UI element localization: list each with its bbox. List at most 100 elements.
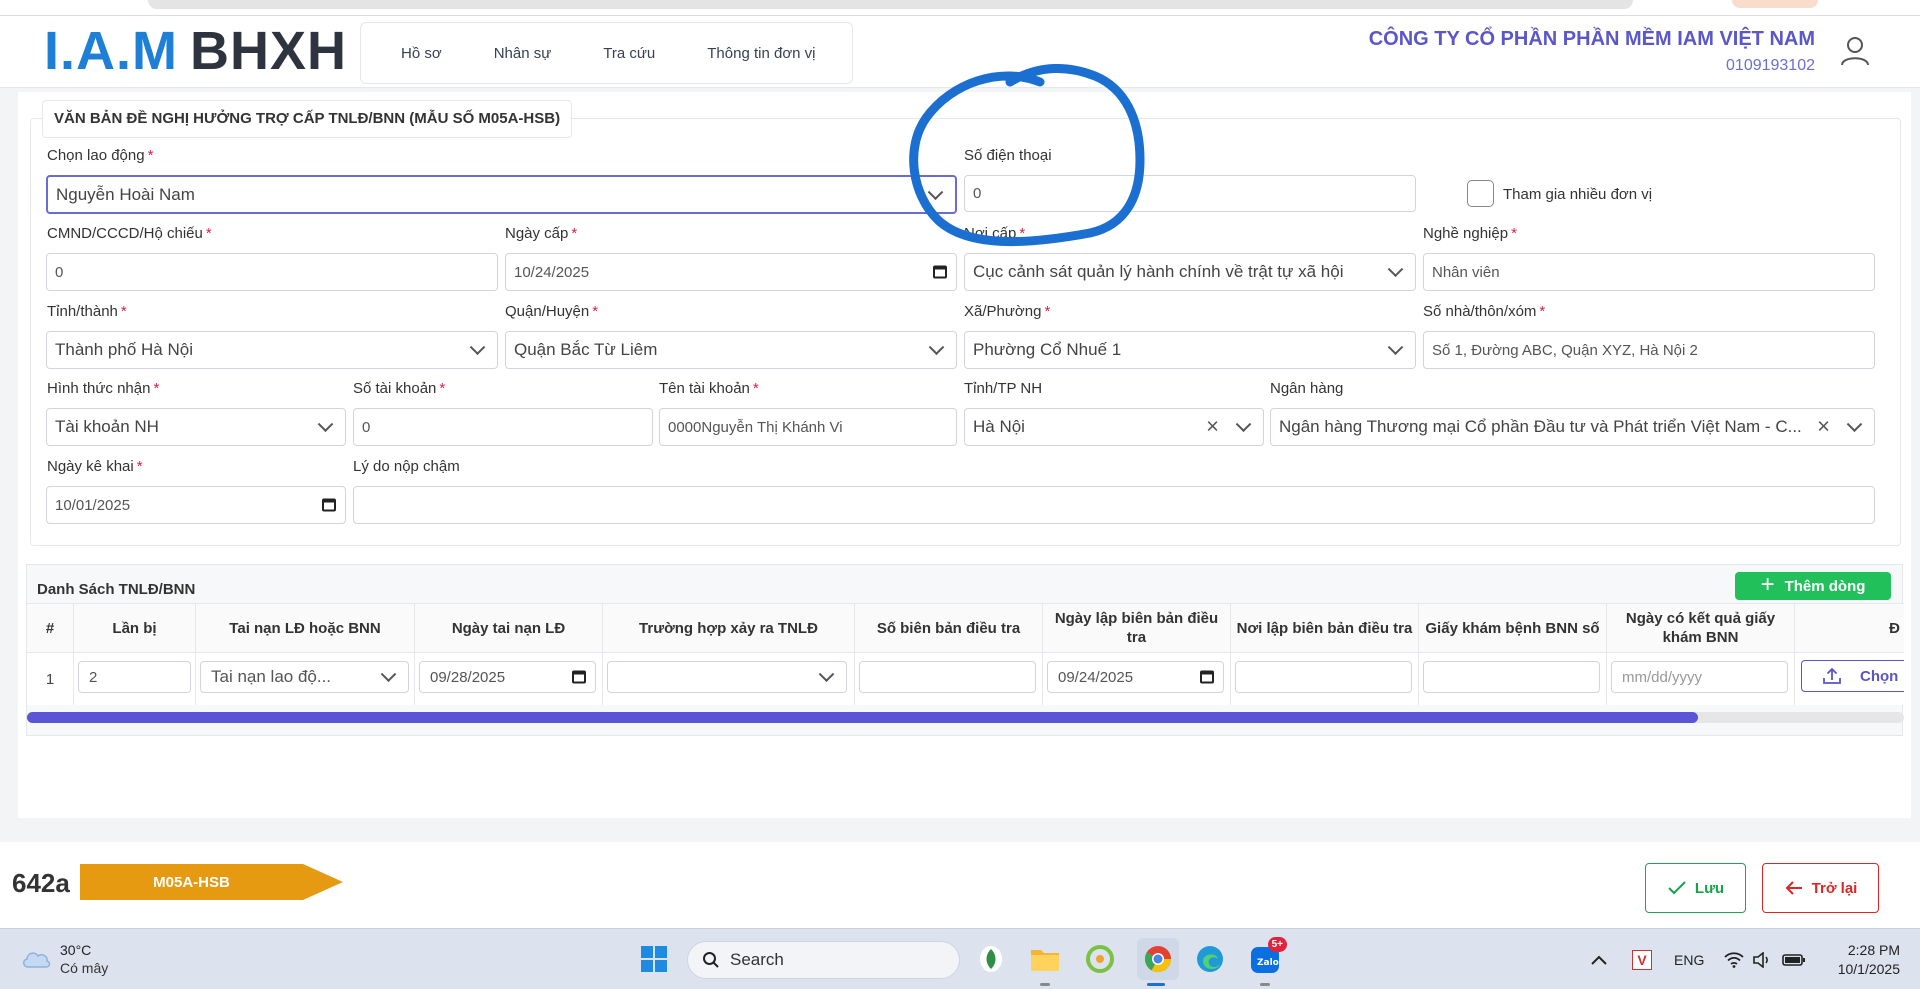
calendar-icon[interactable]: [322, 498, 336, 512]
phone-value: 0: [973, 185, 982, 202]
tray-chevron-up-icon[interactable]: [1590, 929, 1608, 989]
leaf-app-icon[interactable]: [973, 941, 1009, 977]
late-reason-input[interactable]: [353, 486, 1875, 524]
nav-item-ho-so[interactable]: Hồ sơ: [401, 45, 442, 62]
taskbar-indicator: [1040, 983, 1050, 986]
report-date-input[interactable]: 09/24/2025: [1047, 661, 1224, 693]
employee-label: Chọn lao động *: [47, 147, 154, 164]
calendar-icon[interactable]: [572, 670, 586, 684]
taskbar-indicator: [1260, 983, 1270, 986]
browser-profile-button[interactable]: [1732, 0, 1818, 8]
bnn-no-input[interactable]: [1423, 661, 1600, 693]
issue-place-select[interactable]: Cục cảnh sát quản lý hành chính về trật …: [964, 253, 1416, 291]
browser-address-bar[interactable]: [148, 0, 1633, 9]
battery-icon[interactable]: [1782, 929, 1806, 989]
clear-icon[interactable]: ×: [1817, 413, 1830, 439]
wifi-icon[interactable]: [1724, 929, 1744, 989]
choose-file-button[interactable]: Chọn: [1801, 660, 1904, 692]
account-name-input[interactable]: 0000Nguyễn Thị Khánh Vi: [659, 408, 957, 446]
address-value: Số 1, Đường ABC, Quận XYZ, Hà Nội 2: [1432, 341, 1698, 359]
receive-method-select[interactable]: Tài khoản NH: [46, 408, 346, 446]
address-input[interactable]: Số 1, Đường ABC, Quận XYZ, Hà Nội 2: [1423, 331, 1875, 369]
account-number-label: Số tài khoản *: [353, 380, 446, 397]
issue-date-input[interactable]: 10/24/2025: [505, 253, 957, 291]
save-label: Lưu: [1694, 879, 1725, 897]
late-reason-label: Lý do nộp chậm: [353, 458, 460, 475]
report-no-input[interactable]: [859, 661, 1036, 693]
id-number-input[interactable]: 0: [46, 253, 498, 291]
row-case-cell: [603, 653, 855, 705]
app-header: I.A.M BHXH Hồ sơ Nhân sự Tra cứu Thông ti…: [0, 16, 1920, 88]
phone-input[interactable]: 0: [964, 175, 1416, 212]
times-input[interactable]: 2: [78, 661, 191, 693]
employee-select[interactable]: Nguyễn Hoài Nam: [46, 175, 957, 214]
company-tax-code: 0109193102: [1726, 57, 1815, 74]
back-button[interactable]: Trở lại: [1762, 863, 1879, 913]
vnkey-icon[interactable]: V: [1632, 929, 1652, 989]
os-taskbar: 30°C Có mây Search Zalo 5+ V ENG 2:28 PM…: [0, 928, 1920, 989]
company-info: CÔNG TY CỔ PHẦN PHẦN MỀM IAM VIỆT NAM 01…: [1369, 28, 1815, 75]
zalo-icon[interactable]: Zalo 5+: [1247, 937, 1287, 977]
accident-date-input[interactable]: 09/28/2025: [419, 661, 596, 693]
times-value: 2: [89, 668, 98, 686]
chrome-icon[interactable]: [1137, 938, 1179, 980]
taskbar-search[interactable]: Search: [687, 941, 960, 979]
ward-label: Xã/Phường *: [964, 303, 1051, 320]
accident-list-title: Danh Sách TNLĐ/BNN: [37, 581, 196, 598]
calendar-icon[interactable]: [933, 265, 947, 279]
ward-select[interactable]: Phường Cổ Nhuế 1: [964, 331, 1416, 369]
province-select[interactable]: Thành phố Hà Nội: [46, 331, 498, 369]
result-date-input[interactable]: mm/dd/yyyy: [1611, 661, 1788, 693]
windows-start-icon[interactable]: [636, 941, 672, 977]
clear-icon[interactable]: ×: [1206, 413, 1219, 439]
id-number-label: CMND/CCCD/Hộ chiếu *: [47, 225, 212, 242]
occupation-value: Nhân viên: [1432, 263, 1500, 281]
account-number-input[interactable]: 0: [353, 408, 653, 446]
row-report-no-cell: [855, 653, 1043, 705]
row-index: 1: [27, 653, 74, 705]
user-icon[interactable]: [1838, 34, 1872, 68]
multi-unit-label[interactable]: Tham gia nhiều đơn vị: [1503, 186, 1652, 203]
scrollbar-thumb[interactable]: [27, 712, 1698, 723]
notification-badge: 5+: [1267, 937, 1287, 952]
row-times-cell: 2: [74, 653, 196, 705]
chevron-down-icon: [1846, 416, 1863, 433]
clock-date: 10/1/2025: [1837, 961, 1900, 977]
nav-item-nhan-su[interactable]: Nhân sự: [494, 45, 552, 62]
table-horizontal-scrollbar[interactable]: [27, 712, 1904, 723]
svg-text:Zalo: Zalo: [1257, 958, 1279, 968]
calendar-icon[interactable]: [1200, 670, 1214, 684]
green-app-icon[interactable]: [1082, 941, 1118, 977]
multi-unit-checkbox[interactable]: [1467, 180, 1494, 207]
weather-widget[interactable]: 30°C Có mây: [20, 942, 108, 976]
back-label: Trở lại: [1811, 879, 1858, 897]
issue-date-value: 10/24/2025: [514, 263, 590, 281]
table-header: # Lần bị Tai nạn LĐ hoặc BNN Ngày tai nạ…: [27, 603, 1904, 653]
file-explorer-icon[interactable]: [1027, 941, 1063, 977]
district-select[interactable]: Quận Bắc Từ Liêm: [505, 331, 957, 369]
nav-item-tra-cuu[interactable]: Tra cứu: [603, 45, 655, 62]
taskbar-clock[interactable]: 2:28 PM 10/1/2025: [1838, 941, 1900, 979]
report-place-input[interactable]: [1235, 661, 1412, 693]
chevron-down-icon: [469, 339, 486, 356]
declare-date-value: 10/01/2025: [55, 496, 131, 514]
declare-date-input[interactable]: 10/01/2025: [46, 486, 346, 524]
bank-province-select[interactable]: Hà Nội ×: [964, 408, 1264, 446]
save-button[interactable]: Lưu: [1645, 863, 1746, 913]
chevron-down-icon: [927, 183, 944, 200]
browser-chrome: [0, 0, 1920, 16]
type-select[interactable]: Tai nạn lao độ...: [200, 661, 409, 693]
weather-temperature: 30°C: [60, 942, 92, 958]
row-result-date-cell: mm/dd/yyyy: [1607, 653, 1795, 705]
nav-item-thong-tin-don-vi[interactable]: Thông tin đơn vị: [707, 45, 815, 62]
occupation-input[interactable]: Nhân viên: [1423, 253, 1875, 291]
edge-icon[interactable]: [1192, 941, 1228, 977]
case-select[interactable]: [607, 661, 847, 693]
app-logo[interactable]: I.A.M BHXH: [44, 24, 347, 78]
chevron-down-icon: [1235, 416, 1252, 433]
language-indicator[interactable]: ENG: [1674, 929, 1704, 989]
receive-method-label: Hình thức nhận *: [47, 380, 160, 397]
add-row-button[interactable]: + Thêm dòng: [1735, 572, 1891, 600]
bank-select[interactable]: Ngân hàng Thương mại Cổ phần Đầu tư và P…: [1270, 408, 1875, 446]
volume-icon[interactable]: [1752, 929, 1772, 989]
